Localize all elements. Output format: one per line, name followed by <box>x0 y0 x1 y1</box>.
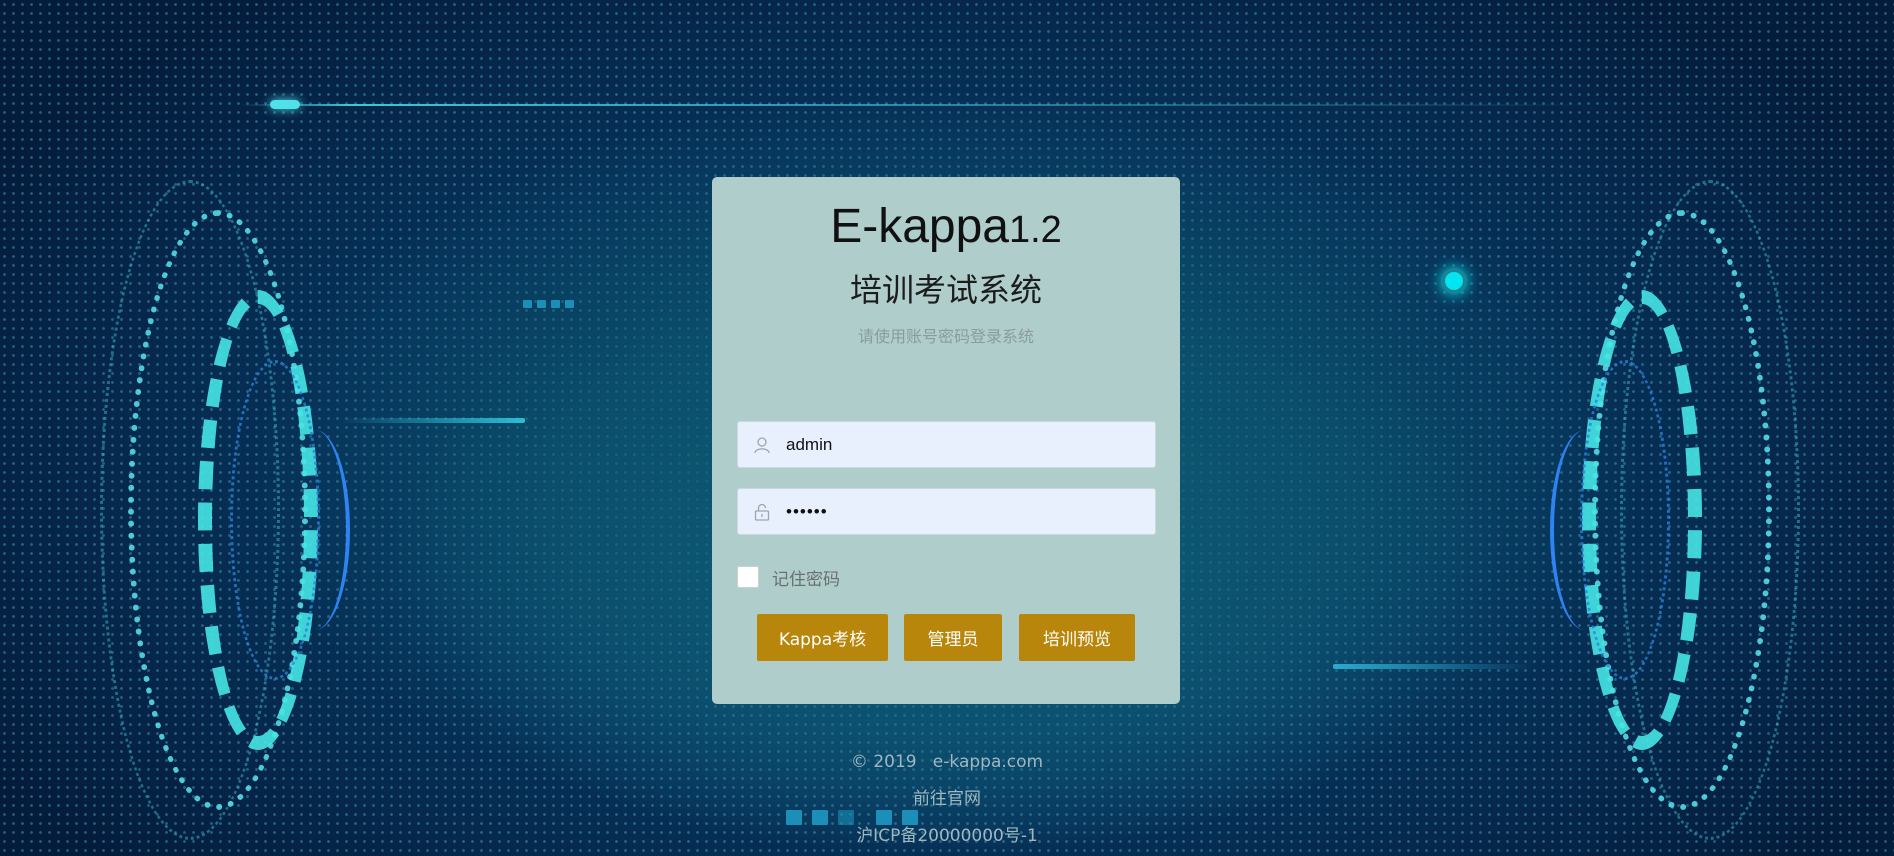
user-icon <box>754 437 770 454</box>
deco-square <box>812 810 828 825</box>
remember-password-checkbox[interactable] <box>737 566 759 588</box>
app-version: 1.2 <box>1008 209 1062 251</box>
deco-square <box>551 300 560 308</box>
remember-password-row[interactable]: 记住密码 <box>737 565 840 590</box>
footer-copyright: © 2019 e-kappa.com <box>850 752 1044 772</box>
top-streak-head <box>270 100 300 109</box>
deco-square <box>902 810 918 825</box>
password-input[interactable] <box>786 489 1146 534</box>
remember-password-label: 记住密码 <box>772 569 840 590</box>
deco-square <box>838 810 854 825</box>
deco-square <box>523 300 532 308</box>
top-light-streak <box>240 104 1600 106</box>
training-preview-button[interactable]: 培训预览 <box>1019 614 1135 661</box>
password-field[interactable] <box>737 488 1156 535</box>
deco-square <box>876 810 892 825</box>
glow-dot <box>1441 268 1467 294</box>
app-title: E-kappa1.2 <box>830 200 1062 253</box>
kappa-exam-button[interactable]: Kappa考核 <box>757 614 888 661</box>
lock-icon <box>754 503 770 521</box>
app-subtitle: 培训考试系统 <box>849 271 1042 309</box>
right-light-streak <box>1333 664 1533 669</box>
deco-square <box>537 300 546 308</box>
deco-square <box>565 300 574 308</box>
username-input[interactable] <box>786 422 1146 467</box>
deco-square <box>786 810 802 825</box>
footer-icp[interactable]: 沪ICP备20000000号-1 <box>797 828 1097 845</box>
official-site-link[interactable]: 前往官网 <box>847 791 1047 808</box>
admin-button[interactable]: 管理员 <box>904 614 1002 661</box>
username-field[interactable] <box>737 421 1156 468</box>
login-hint: 请使用账号密码登录系统 <box>857 327 1034 346</box>
login-card: E-kappa1.2 培训考试系统 请使用账号密码登录系统 记住密码 Kappa… <box>712 177 1180 704</box>
